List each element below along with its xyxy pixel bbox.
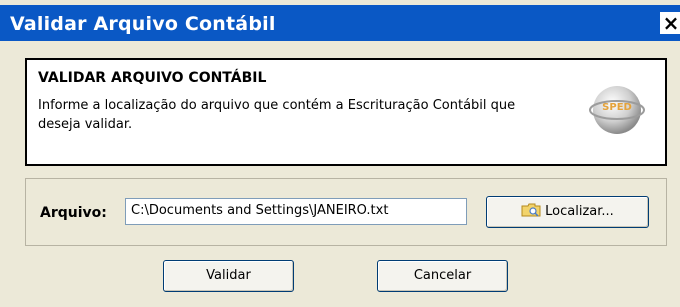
header-description: Informe a localização do arquivo que con… bbox=[38, 98, 516, 132]
dialog-window: Validar Arquivo Contábil × VALIDAR ARQUI… bbox=[0, 0, 680, 307]
header-title: VALIDAR ARQUIVO CONTÁBIL bbox=[38, 70, 267, 86]
cancel-button[interactable]: Cancelar bbox=[377, 260, 508, 292]
logo-text: SPED bbox=[602, 102, 632, 113]
validate-button[interactable]: Validar bbox=[163, 260, 294, 292]
browse-button[interactable]: Localizar... bbox=[486, 196, 649, 228]
sped-logo-icon: SPED bbox=[589, 86, 645, 134]
file-panel: Arquivo: C:\Documents and Settings\JANEI… bbox=[25, 178, 667, 246]
folder-search-icon bbox=[521, 203, 541, 217]
window-title: Validar Arquivo Contábil bbox=[10, 13, 276, 35]
file-label: Arquivo: bbox=[40, 205, 107, 221]
file-path-input[interactable]: C:\Documents and Settings\JANEIRO.txt bbox=[125, 198, 467, 225]
close-icon[interactable]: × bbox=[660, 12, 680, 34]
browse-button-label: Localizar... bbox=[545, 204, 614, 219]
title-bar[interactable]: Validar Arquivo Contábil × bbox=[0, 5, 680, 41]
header-panel: VALIDAR ARQUIVO CONTÁBIL Informe a local… bbox=[25, 58, 667, 166]
